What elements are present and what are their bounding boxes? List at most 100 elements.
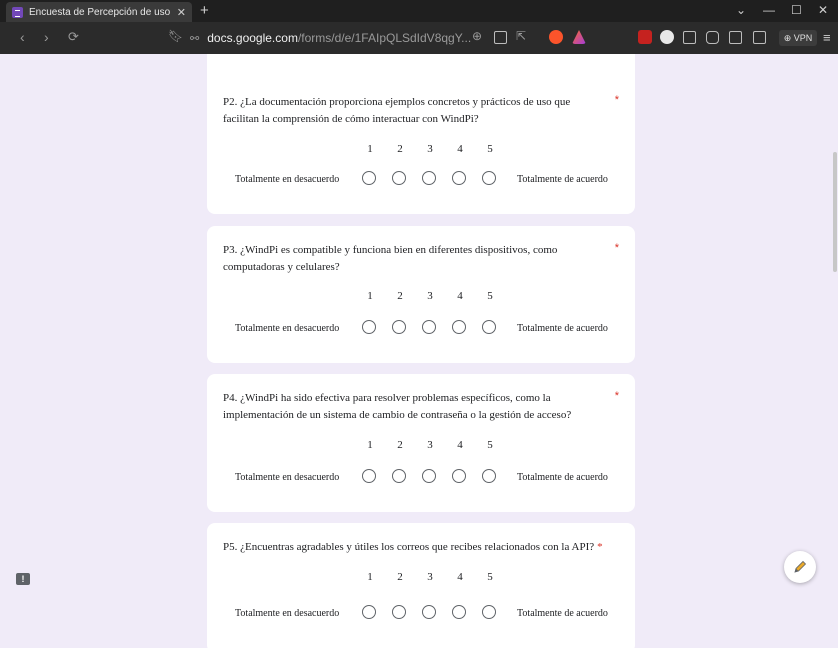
radio-option-4[interactable]: [452, 171, 466, 185]
extensions-puzzle-icon[interactable]: [706, 31, 719, 44]
report-feedback-icon[interactable]: !: [16, 573, 30, 585]
scale-number: 5: [487, 439, 493, 451]
scale-number: 5: [487, 290, 493, 302]
radio-option-3[interactable]: [422, 469, 436, 483]
radio-option-1[interactable]: [362, 469, 376, 483]
scale-number: 3: [427, 143, 433, 155]
url-domain: docs.google.com: [207, 31, 298, 45]
scale-number: 4: [457, 439, 463, 451]
scale-high-label: Totalmente de acuerdo: [517, 472, 608, 483]
reader-mode-icon[interactable]: [494, 31, 507, 44]
question-card-p2: * P2. ¿La documentación proporciona ejem…: [207, 54, 635, 214]
scale-number: 1: [367, 143, 373, 155]
scale-row: Totalmente en desacuerdo Totalmente de a…: [207, 604, 635, 624]
wallet-icon[interactable]: [753, 31, 766, 44]
radio-option-2[interactable]: [392, 469, 406, 483]
browser-menu-icon[interactable]: ≡: [823, 30, 831, 45]
required-asterisk: *: [614, 94, 619, 106]
browser-toolbar: ‹ › ⟳ 🔖︎ ⚯ docs.google.com /forms/d/e/1F…: [0, 22, 838, 54]
sidebar-icon[interactable]: [729, 31, 742, 44]
scale-number: 4: [457, 143, 463, 155]
browser-tab-bar: Encuesta de Percepción de uso ✕ + ⌄ — ☐ …: [0, 0, 838, 22]
required-asterisk: *: [597, 541, 603, 553]
close-window-icon[interactable]: ✕: [818, 3, 828, 17]
brave-shields-icon[interactable]: [549, 30, 563, 44]
extension-grid-icon[interactable]: [683, 31, 696, 44]
form-page: * P2. ¿La documentación proporciona ejem…: [0, 54, 838, 648]
scale-low-label: Totalmente en desacuerdo: [235, 174, 340, 185]
radio-option-5[interactable]: [482, 469, 496, 483]
scale-low-label: Totalmente en desacuerdo: [235, 472, 340, 483]
bookmark-icon[interactable]: 🔖︎: [168, 29, 183, 43]
scale-number: 2: [397, 439, 403, 451]
maximize-icon[interactable]: ☐: [791, 3, 802, 17]
scale-number: 3: [427, 439, 433, 451]
scale-number: 5: [487, 571, 493, 583]
scale-numbers: 1 2 3 4 5: [355, 571, 505, 583]
address-bar[interactable]: ⚯ docs.google.com /forms/d/e/1FAIpQLSdId…: [190, 27, 600, 49]
minimize-icon[interactable]: —: [763, 3, 775, 17]
question-card-p3: * P3. ¿WindPi es compatible y funciona b…: [207, 226, 635, 363]
google-forms-favicon-icon: [12, 6, 23, 18]
scale-numbers: 1 2 3 4 5: [355, 439, 505, 451]
radio-group: [362, 605, 512, 619]
question-text: P2. ¿La documentación proporciona ejempl…: [223, 96, 571, 125]
share-icon[interactable]: ⇱: [516, 29, 526, 43]
question-card-p5: P5. ¿Encuentras agradables y útiles los …: [207, 523, 635, 648]
back-icon[interactable]: ‹: [20, 29, 25, 45]
radio-option-2[interactable]: [392, 605, 406, 619]
question-text: P3. ¿WindPi es compatible y funciona bie…: [223, 244, 558, 273]
scale-row: Totalmente en desacuerdo Totalmente de a…: [207, 170, 635, 190]
question-text: P5. ¿Encuentras agradables y útiles los …: [223, 541, 603, 553]
radio-option-5[interactable]: [482, 605, 496, 619]
radio-option-3[interactable]: [422, 320, 436, 334]
radio-group: [362, 320, 512, 334]
radio-option-4[interactable]: [452, 469, 466, 483]
edit-response-button[interactable]: [784, 551, 816, 583]
radio-option-3[interactable]: [422, 605, 436, 619]
forward-icon[interactable]: ›: [44, 29, 49, 45]
scale-low-label: Totalmente en desacuerdo: [235, 323, 340, 334]
vpn-button[interactable]: ⊕ VPN: [779, 30, 817, 46]
scale-number: 5: [487, 143, 493, 155]
radio-option-2[interactable]: [392, 320, 406, 334]
radio-option-4[interactable]: [452, 605, 466, 619]
extension-c-icon[interactable]: [660, 30, 674, 44]
scale-number: 1: [367, 290, 373, 302]
radio-option-4[interactable]: [452, 320, 466, 334]
radio-group: [362, 469, 512, 483]
radio-option-5[interactable]: [482, 171, 496, 185]
url-path: /forms/d/e/1FAIpQLSdIdV8qgY...: [297, 31, 472, 45]
page-scrollbar[interactable]: [833, 152, 837, 272]
tab-search-chevron-icon[interactable]: ⌄: [736, 3, 746, 17]
scale-low-label: Totalmente en desacuerdo: [235, 608, 340, 619]
scale-row: Totalmente en desacuerdo Totalmente de a…: [207, 319, 635, 339]
tab-title: Encuesta de Percepción de uso: [29, 6, 171, 18]
new-tab-button[interactable]: +: [200, 2, 209, 19]
scale-row: Totalmente en desacuerdo Totalmente de a…: [207, 468, 635, 488]
radio-option-1[interactable]: [362, 320, 376, 334]
scale-numbers: 1 2 3 4 5: [355, 143, 505, 155]
scale-number: 3: [427, 290, 433, 302]
radio-option-2[interactable]: [392, 171, 406, 185]
required-asterisk: *: [614, 390, 619, 402]
radio-option-5[interactable]: [482, 320, 496, 334]
scale-number: 2: [397, 290, 403, 302]
scale-high-label: Totalmente de acuerdo: [517, 608, 608, 619]
browser-tab[interactable]: Encuesta de Percepción de uso ✕: [6, 2, 192, 22]
site-settings-icon[interactable]: ⚯: [190, 32, 199, 45]
reload-icon[interactable]: ⟳: [68, 29, 79, 45]
radio-option-3[interactable]: [422, 171, 436, 185]
required-asterisk: *: [614, 242, 619, 254]
extension-gmail-icon[interactable]: [638, 30, 652, 44]
radio-option-1[interactable]: [362, 171, 376, 185]
scale-number: 2: [397, 143, 403, 155]
scale-number: 1: [367, 571, 373, 583]
zoom-icon[interactable]: ⊕: [472, 29, 482, 43]
close-tab-icon[interactable]: ✕: [177, 6, 186, 19]
question-text: P4. ¿WindPi ha sido efectiva para resolv…: [223, 392, 572, 421]
radio-option-1[interactable]: [362, 605, 376, 619]
scale-high-label: Totalmente de acuerdo: [517, 323, 608, 334]
scale-number: 4: [457, 290, 463, 302]
scale-high-label: Totalmente de acuerdo: [517, 174, 608, 185]
